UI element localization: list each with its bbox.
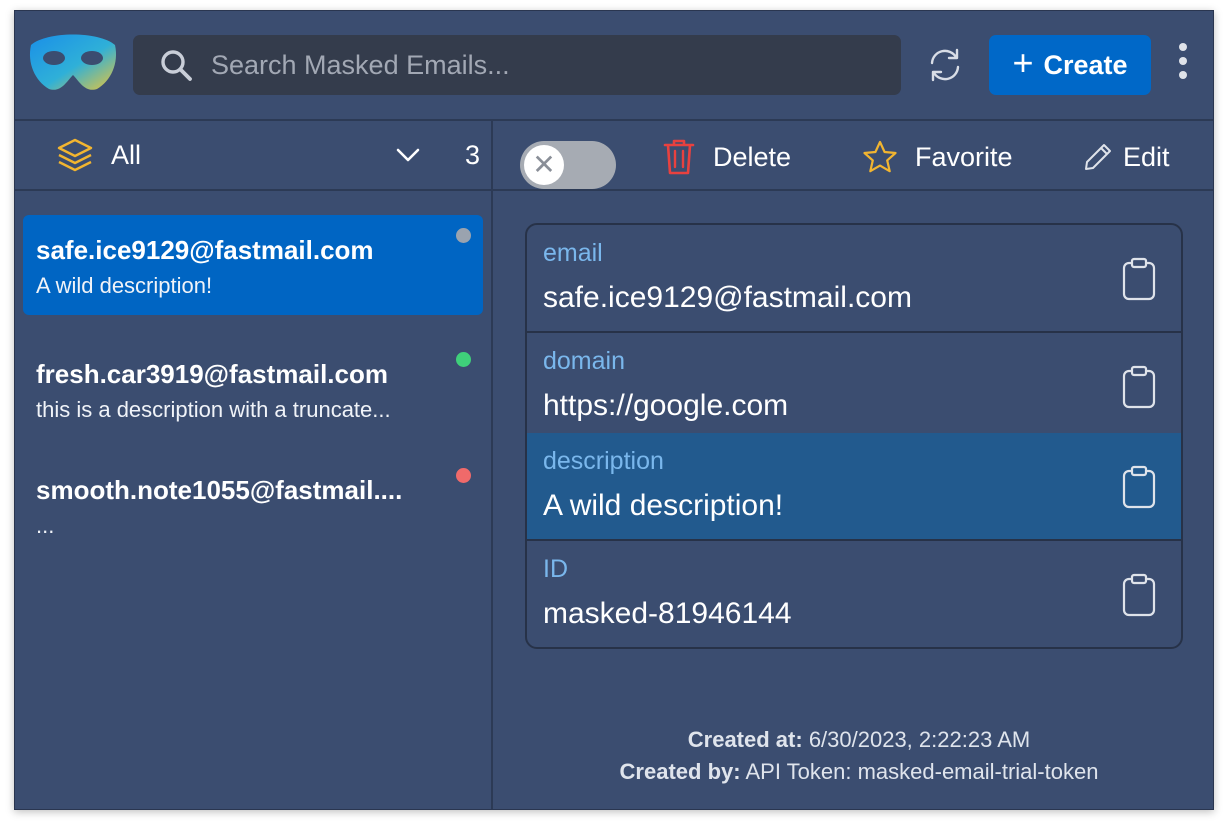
email-count: 3	[465, 140, 481, 170]
edit-button-label: Edit	[1123, 141, 1170, 172]
refresh-icon[interactable]	[925, 45, 965, 85]
status-dot	[456, 228, 471, 243]
field-value: masked-81946144	[543, 597, 792, 630]
close-icon: ✕	[532, 149, 556, 180]
filter-dropdown[interactable]: All 3	[15, 121, 491, 189]
created-by-label: Created by:	[619, 759, 741, 784]
create-button[interactable]: + Create	[989, 35, 1151, 95]
created-at-value: 6/30/2023, 2:22:23 AM	[808, 727, 1031, 752]
enabled-toggle[interactable]: ✕	[520, 141, 616, 189]
list-item[interactable]: smooth.note1055@fastmail.... ...	[23, 455, 483, 555]
create-button-label: Create	[1043, 49, 1128, 80]
list-item-description: ...	[36, 513, 55, 538]
search-input[interactable]	[211, 45, 901, 85]
pencil-icon	[1085, 144, 1111, 170]
clipboard-icon[interactable]	[1121, 365, 1157, 409]
mask-logo-icon	[29, 34, 117, 90]
created-by: Created by: API Token: masked-email-tria…	[509, 759, 1209, 785]
field-label: domain	[543, 347, 625, 375]
details-panel: email safe.ice9129@fastmail.com domain h…	[525, 223, 1183, 649]
field-description: description A wild description!	[527, 433, 1181, 541]
toolbar: All 3 ✕ Delete Favorite Edit	[15, 121, 1213, 191]
status-dot	[456, 352, 471, 367]
created-at: Created at: 6/30/2023, 2:22:23 AM	[509, 727, 1209, 753]
top-bar: + Create	[15, 11, 1213, 121]
list-item[interactable]: safe.ice9129@fastmail.com A wild descrip…	[23, 215, 483, 315]
search-bar[interactable]	[133, 35, 901, 95]
more-options-icon[interactable]	[1173, 41, 1193, 81]
edit-button[interactable]: Edit	[1083, 137, 1170, 177]
field-label: ID	[543, 555, 568, 583]
list-item-email: fresh.car3919@fastmail.com	[36, 359, 388, 389]
field-label: description	[543, 447, 664, 475]
delete-button-label: Delete	[713, 141, 792, 172]
search-icon	[161, 50, 192, 81]
clipboard-icon[interactable]	[1121, 573, 1157, 617]
list-item-description: A wild description!	[36, 273, 213, 298]
app-window: + Create All 3 ✕	[14, 10, 1214, 810]
clipboard-icon[interactable]	[1121, 465, 1157, 509]
field-label: email	[543, 239, 603, 267]
status-dot	[456, 468, 471, 483]
list-item-description: this is a description with a truncate...	[36, 397, 391, 422]
field-id: ID masked-81946144	[527, 541, 1181, 647]
column-divider	[491, 121, 493, 809]
field-email: email safe.ice9129@fastmail.com	[527, 225, 1181, 333]
field-domain: domain https://google.com	[527, 333, 1181, 441]
filter-label: All	[111, 140, 142, 170]
plus-icon: +	[1012, 42, 1034, 83]
star-icon	[863, 140, 897, 173]
trash-icon	[663, 139, 695, 175]
field-value: A wild description!	[543, 489, 784, 522]
toggle-knob: ✕	[524, 145, 564, 185]
favorite-button-label: Favorite	[915, 141, 1013, 172]
field-value: https://google.com	[543, 389, 789, 422]
created-at-label: Created at:	[687, 727, 803, 752]
field-value: safe.ice9129@fastmail.com	[543, 281, 912, 314]
list-item-email: smooth.note1055@fastmail....	[36, 475, 403, 505]
created-by-value: API Token: masked-email-trial-token	[745, 759, 1099, 784]
clipboard-icon[interactable]	[1121, 257, 1157, 301]
chevron-down-icon[interactable]	[395, 145, 421, 165]
list-item[interactable]: fresh.car3919@fastmail.com this is a des…	[23, 339, 483, 439]
layers-icon	[57, 138, 93, 172]
favorite-button[interactable]: Favorite	[863, 137, 1013, 177]
list-item-email: safe.ice9129@fastmail.com	[36, 235, 374, 265]
delete-button[interactable]: Delete	[663, 137, 791, 177]
